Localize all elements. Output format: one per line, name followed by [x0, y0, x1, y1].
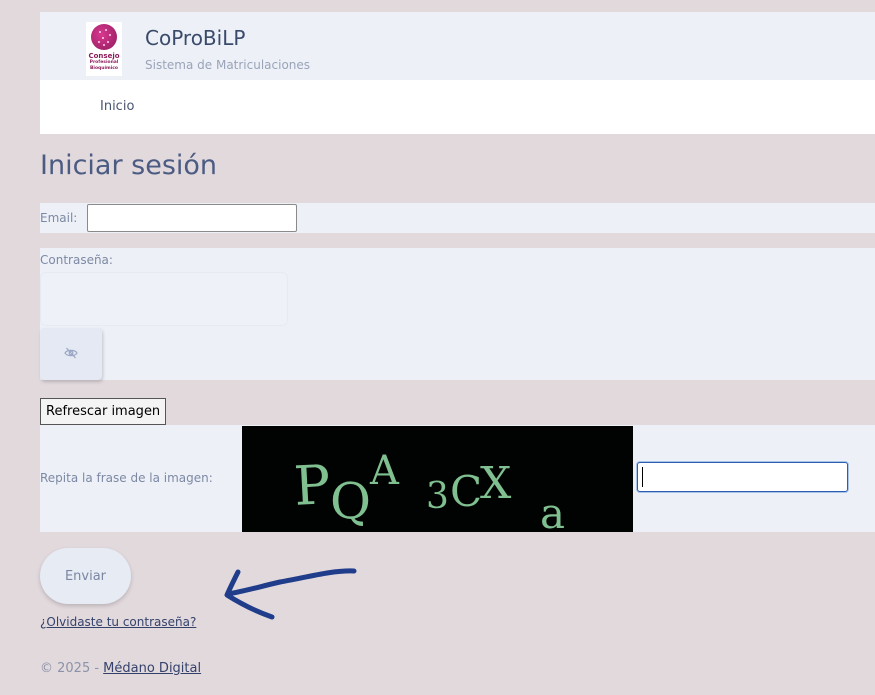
password-field[interactable]: [40, 272, 288, 326]
logo-text: Consejo Profesional Bioquímico: [86, 52, 122, 72]
eye-slash-icon: [64, 347, 78, 359]
refresh-captcha-button[interactable]: Refrescar imagen: [40, 398, 167, 425]
toggle-password-button[interactable]: [40, 328, 102, 380]
captcha-image: P Q A 3 C X a: [242, 426, 633, 532]
logo[interactable]: Consejo Profesional Bioquímico: [86, 22, 122, 76]
text-caret: [642, 467, 643, 487]
svg-text:3: 3: [426, 476, 449, 517]
main-nav: Inicio: [40, 80, 875, 134]
captcha-phrase: P Q A 3 C X a: [292, 448, 565, 532]
svg-text:P: P: [292, 453, 332, 518]
email-field[interactable]: [87, 204, 297, 232]
captcha-row: Repita la frase de la imagen: P Q A 3 C …: [40, 425, 875, 532]
page: Consejo Profesional Bioquímico CoProBiLP…: [0, 0, 875, 695]
svg-text:Q: Q: [330, 472, 371, 530]
logo-text-main: Consejo: [88, 52, 120, 60]
nav-item-inicio[interactable]: Inicio: [100, 99, 134, 114]
forgot-password-link[interactable]: ¿Olvidaste tu contraseña?: [40, 615, 196, 629]
hand-drawn-arrow-icon: [224, 568, 357, 620]
footer: © 2025 - Médano Digital: [40, 661, 201, 676]
svg-text:X: X: [480, 458, 512, 509]
site-title[interactable]: CoProBiLP: [145, 26, 245, 50]
submit-button[interactable]: Enviar: [40, 548, 131, 604]
email-row: Email:: [40, 203, 875, 233]
email-label: Email:: [40, 211, 78, 225]
svg-text:a: a: [540, 489, 565, 532]
logo-text-sub2: Bioquímico: [89, 66, 119, 71]
footer-copyright: © 2025 -: [40, 661, 104, 676]
site-header: Consejo Profesional Bioquímico CoProBiLP…: [40, 12, 875, 80]
password-row: Contraseña:: [40, 248, 875, 380]
footer-company-link[interactable]: Médano Digital: [103, 661, 201, 676]
password-label: Contraseña:: [40, 253, 113, 267]
svg-text:C: C: [450, 467, 482, 516]
svg-text:A: A: [369, 448, 400, 494]
captcha-input[interactable]: [637, 462, 848, 492]
logo-emblem-icon: [91, 24, 117, 50]
page-title: Iniciar sesión: [40, 150, 218, 181]
site-subtitle: Sistema de Matriculaciones: [145, 58, 311, 72]
captcha-label: Repita la frase de la imagen:: [40, 471, 213, 485]
